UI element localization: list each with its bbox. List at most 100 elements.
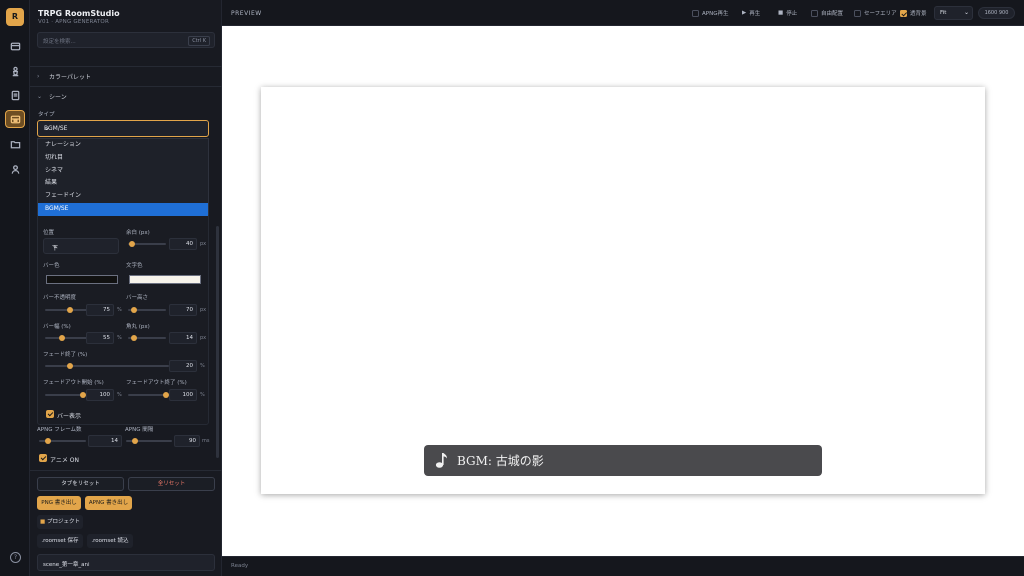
free-place-checkbox[interactable]: [811, 9, 818, 17]
layout-icon: [10, 42, 20, 50]
corner-unit: px: [200, 335, 207, 341]
section-scene[interactable]: ⌄ シーン: [37, 92, 67, 101]
transparent-bg-toggle[interactable]: 透背景: [900, 9, 927, 17]
bar-width-slider[interactable]: [45, 335, 87, 341]
type-option[interactable]: 切れ目: [38, 152, 208, 165]
text-color-label: 文字色: [126, 263, 143, 269]
fadeout-end-input[interactable]: 100: [169, 389, 197, 401]
safe-area-toggle[interactable]: セーフエリア: [854, 9, 897, 17]
rail-character-button[interactable]: [5, 62, 25, 80]
bgm-overlay-text: BGM: 古城の影: [457, 454, 544, 468]
slider-thumb[interactable]: [130, 335, 137, 341]
bar-visible-checkbox[interactable]: [46, 410, 54, 418]
apng-frames-slider[interactable]: [39, 438, 86, 444]
fade-end-label: フェード終了 (%): [43, 352, 88, 358]
all-reset-button[interactable]: 全リセット: [128, 477, 215, 491]
slider-thumb[interactable]: [66, 363, 73, 369]
slider-thumb[interactable]: [58, 335, 65, 341]
slider-thumb[interactable]: [45, 438, 52, 444]
bgm-overlay-bar[interactable]: BGM: 古城の影: [424, 445, 822, 476]
bar-height-unit: px: [200, 307, 207, 313]
rail-scene-button[interactable]: [5, 110, 25, 128]
play-button[interactable]: ▶ 再生: [742, 9, 760, 17]
section-palette[interactable]: › カラーパレット: [37, 72, 91, 81]
margin-slider[interactable]: [128, 241, 166, 247]
fadeout-end-slider[interactable]: [128, 392, 169, 398]
margin-unit: px: [200, 241, 207, 247]
bar-height-input[interactable]: 70: [169, 304, 197, 316]
bar-opacity-label: バー不透明度: [43, 295, 77, 301]
corner-input[interactable]: 14: [169, 332, 197, 344]
divider: [30, 66, 222, 67]
anim-on-checkbox[interactable]: [39, 454, 47, 462]
transparent-bg-label: 透背景: [910, 11, 927, 17]
bar-color-label: バー色: [43, 263, 60, 269]
filename-input[interactable]: scene_第一章_ani: [37, 554, 215, 571]
png-export-button[interactable]: PNG 書き出し: [37, 496, 81, 510]
corner-slider[interactable]: [128, 335, 166, 341]
media-icon: [10, 115, 20, 123]
type-option[interactable]: 結果: [38, 177, 208, 190]
rail-layout-button[interactable]: [5, 37, 25, 55]
margin-input[interactable]: 40: [169, 238, 197, 250]
load-roomset-button[interactable]: .roomset 読込: [87, 534, 133, 548]
apng-play-toggle[interactable]: APNG再生: [692, 9, 728, 17]
bar-settings-group: 位置 下 ⌄ 余白 (px) 40 px バー色 文字色 バー不透明度 75 %…: [37, 211, 209, 425]
fade-end-input[interactable]: 20: [169, 360, 197, 372]
status-bar: Ready: [222, 556, 1024, 576]
type-option-selected[interactable]: BGM/SE: [38, 202, 208, 216]
type-dropdown-list: ナレーション 切れ目 シネマ 結果 フェードイン BGM/SE: [37, 138, 209, 216]
settings-search-input[interactable]: 設定を検索... Ctrl K: [37, 32, 215, 48]
tab-reset-button[interactable]: タブをリセット: [37, 477, 124, 491]
status-text: Ready: [231, 563, 249, 569]
bar-opacity-unit: %: [117, 307, 122, 313]
rail-user-button[interactable]: [5, 160, 25, 178]
bar-height-slider[interactable]: [128, 307, 166, 313]
chevron-down-icon: ⌄: [52, 242, 58, 250]
bar-width-label: バー幅 (%): [43, 324, 71, 330]
type-option[interactable]: シネマ: [38, 165, 208, 178]
chevron-down-icon: ⌄: [963, 9, 969, 16]
slider-thumb[interactable]: [128, 241, 135, 247]
position-select[interactable]: 下 ⌄: [43, 238, 119, 254]
apng-interval-slider[interactable]: [126, 438, 172, 444]
stop-button[interactable]: ■ 停止: [778, 9, 797, 17]
app-subtitle: V01 · APNG GENERATOR: [38, 19, 109, 25]
safe-area-checkbox[interactable]: [854, 9, 861, 17]
apng-export-button[interactable]: APNG 書き出し: [85, 496, 132, 510]
bar-visible-label: バー表示: [57, 413, 82, 420]
apng-play-checkbox[interactable]: [692, 9, 699, 17]
slider-thumb[interactable]: [132, 438, 139, 444]
apng-interval-unit: ms: [202, 438, 210, 444]
search-placeholder: 設定を検索...: [43, 39, 76, 45]
fadeout-start-input[interactable]: 100: [86, 389, 114, 401]
free-place-toggle[interactable]: 自由配置: [811, 9, 843, 17]
apng-frames-label: APNG フレーム数: [37, 427, 82, 433]
slider-thumb[interactable]: [130, 307, 137, 313]
bar-opacity-slider[interactable]: [45, 307, 87, 313]
section-palette-label: カラーパレット: [49, 74, 91, 81]
text-color-swatch[interactable]: [129, 275, 201, 284]
type-option[interactable]: フェードイン: [38, 190, 208, 203]
app-logo: R: [6, 8, 24, 26]
save-roomset-button[interactable]: .roomset 保存: [37, 534, 83, 548]
type-option[interactable]: ナレーション: [38, 139, 208, 152]
rail-folder-button[interactable]: [5, 135, 25, 153]
fadeout-start-slider[interactable]: [45, 392, 86, 398]
apng-interval-input[interactable]: 90: [174, 435, 200, 447]
bar-opacity-input[interactable]: 75: [86, 304, 114, 316]
slider-thumb[interactable]: [67, 307, 74, 313]
panel-scrollbar[interactable]: [216, 226, 219, 458]
zoom-select[interactable]: Fit ⌄: [934, 6, 973, 20]
apng-frames-input[interactable]: 14: [88, 435, 122, 447]
type-select[interactable]: BGM/SE ⌄: [37, 120, 209, 137]
rail-document-button[interactable]: [5, 86, 25, 104]
bar-color-swatch[interactable]: [46, 275, 118, 284]
chevron-right-icon: ›: [37, 73, 40, 80]
project-button[interactable]: ■ プロジェクト: [37, 515, 83, 529]
transparent-bg-checkbox[interactable]: [900, 9, 907, 17]
preview-canvas[interactable]: BGM: 古城の影: [261, 87, 985, 494]
fade-end-slider[interactable]: [45, 363, 169, 369]
bar-width-input[interactable]: 55: [86, 332, 114, 344]
help-icon[interactable]: ?: [10, 552, 21, 563]
